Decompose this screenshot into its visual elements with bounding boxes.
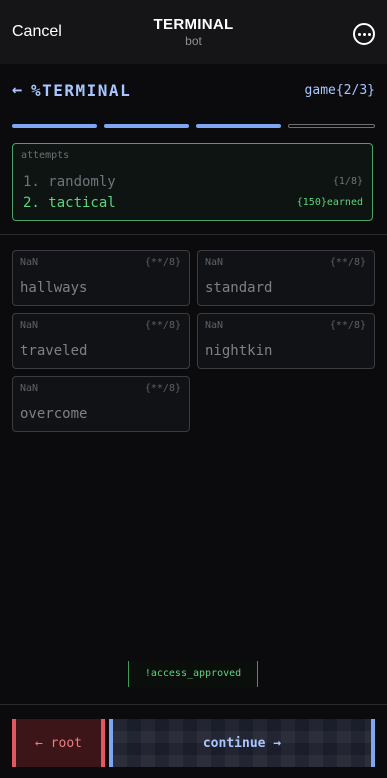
word-card[interactable]: NaN {**/8} traveled <box>12 313 190 369</box>
progress-segment-2 <box>104 124 189 128</box>
terminal-title: %TERMINAL <box>31 81 132 100</box>
card-word: standard <box>205 280 273 296</box>
game-counter: game{2/3} <box>304 83 375 98</box>
word-card[interactable]: NaN {**/8} standard <box>197 250 375 306</box>
attempt-score: {1/8} <box>332 176 363 187</box>
card-word: overcome <box>20 406 88 422</box>
section-divider <box>0 234 387 235</box>
back-arrow-icon[interactable]: ← <box>12 80 22 100</box>
more-options-icon[interactable] <box>353 23 375 45</box>
word-card[interactable]: NaN {**/8} overcome <box>12 376 190 432</box>
access-status-badge: !access_approved <box>128 661 258 687</box>
progress-segment-3 <box>196 124 281 128</box>
card-nan-label: NaN <box>205 257 224 268</box>
root-button[interactable]: ← root <box>12 719 105 767</box>
card-nan-label: NaN <box>20 383 39 394</box>
attempt-text: 2. tactical <box>23 195 116 211</box>
title-block: TERMINAL bot <box>0 16 387 48</box>
card-score: {**/8} <box>144 320 181 331</box>
card-nan-label: NaN <box>20 320 39 331</box>
card-word: hallways <box>20 280 88 296</box>
card-word: traveled <box>20 343 88 359</box>
word-card[interactable]: NaN {**/8} nightkin <box>197 313 375 369</box>
attempt-score: {150}earned <box>296 197 363 208</box>
app-subtitle: bot <box>185 34 202 48</box>
terminal-header: ← %TERMINAL game{2/3} <box>12 80 375 104</box>
card-score: {**/8} <box>329 257 366 268</box>
continue-label: continue → <box>202 735 282 751</box>
word-card[interactable]: NaN {**/8} hallways <box>12 250 190 306</box>
card-score: {**/8} <box>144 383 181 394</box>
progress-segment-1 <box>12 124 97 128</box>
continue-button[interactable]: continue → <box>109 719 375 767</box>
app-title: TERMINAL <box>153 16 234 33</box>
card-score: {**/8} <box>329 320 366 331</box>
progress-segment-4 <box>288 124 375 128</box>
footer-divider <box>0 704 387 705</box>
card-score: {**/8} <box>144 257 181 268</box>
attempts-label: attempts <box>21 150 70 161</box>
card-word: nightkin <box>205 343 273 359</box>
card-nan-label: NaN <box>205 320 224 331</box>
card-nan-label: NaN <box>20 257 39 268</box>
game-progress-bar <box>12 124 375 128</box>
attempts-panel: attempts 1. randomly {1/8} 2. tactical {… <box>12 143 373 221</box>
attempt-text: 1. randomly <box>23 174 116 190</box>
top-navigation-bar: Cancel TERMINAL bot <box>0 0 387 64</box>
